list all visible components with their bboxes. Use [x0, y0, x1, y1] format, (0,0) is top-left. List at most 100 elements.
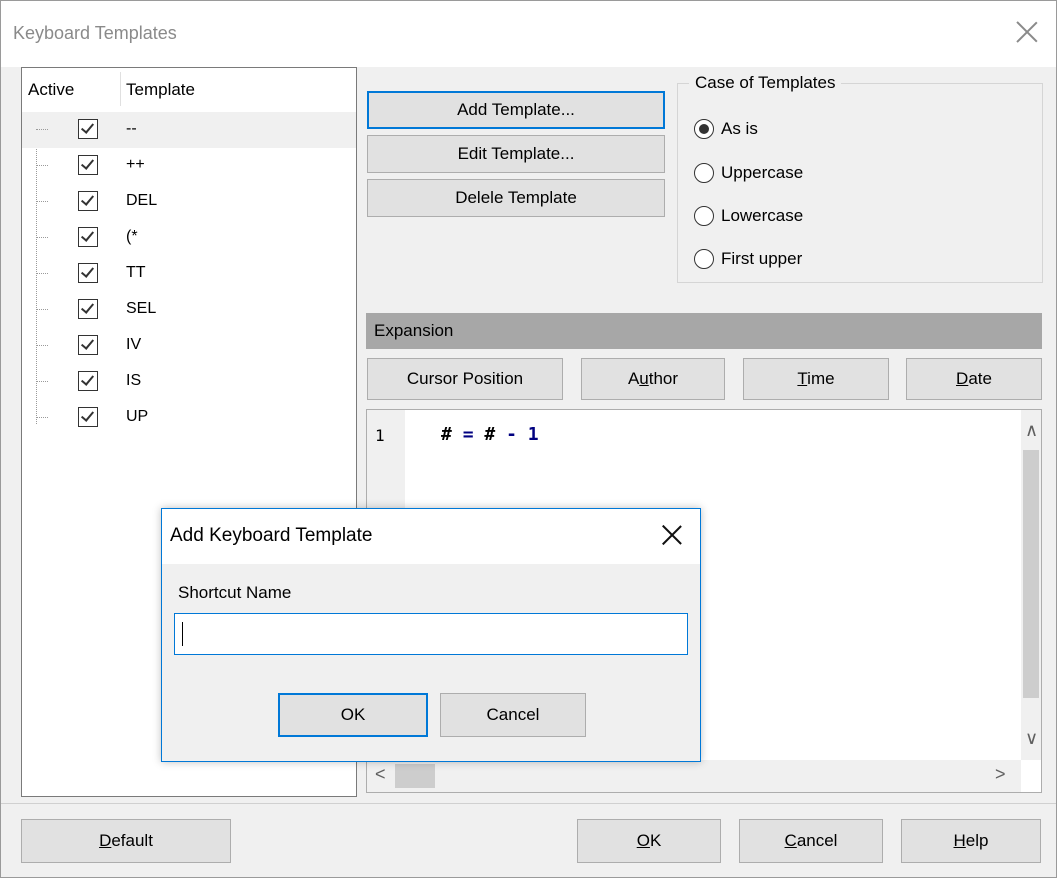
code-token: # [484, 424, 496, 445]
vertical-scroll-thumb[interactable] [1023, 450, 1039, 698]
time-text: ime [807, 369, 835, 388]
case-of-templates-title: Case of Templates [689, 73, 842, 93]
close-icon[interactable] [1012, 17, 1042, 47]
title-bar: Keyboard Templates [1, 1, 1056, 67]
scroll-up-icon[interactable]: ∧ [1025, 420, 1038, 441]
default-button[interactable]: Default [21, 819, 231, 863]
template-label: (* [126, 228, 138, 245]
default-text: efault [111, 831, 153, 850]
expansion-title: Expansion [374, 321, 454, 340]
tree-connector [36, 165, 48, 166]
ok-text: K [649, 831, 662, 850]
cancel-accelerator: C [784, 831, 797, 850]
dialog-title-bar: Add Keyboard Template [162, 509, 700, 564]
help-accelerator: H [953, 831, 966, 850]
tree-row[interactable]: IS [22, 364, 356, 400]
tree-row[interactable]: UP [22, 400, 356, 436]
author-accelerator: u [639, 369, 649, 388]
column-separator[interactable] [120, 72, 121, 106]
checkbox-icon[interactable] [78, 371, 98, 391]
tree-row[interactable]: -- [22, 112, 356, 148]
scroll-down-icon[interactable]: ∨ [1025, 728, 1038, 749]
checkbox-icon[interactable] [78, 227, 98, 247]
dialog-cancel-button[interactable]: Cancel [440, 693, 586, 737]
delete-template-button[interactable]: Delele Template [367, 179, 665, 217]
dialog-close-icon[interactable] [658, 521, 686, 549]
tree-connector [36, 417, 48, 418]
date-button[interactable]: Date [906, 358, 1042, 400]
checkbox-icon[interactable] [78, 263, 98, 283]
code-token: - [506, 424, 517, 445]
line-number: 1 [375, 426, 385, 445]
cancel-text: ancel [796, 831, 838, 850]
shortcut-name-label: Shortcut Name [178, 583, 292, 602]
code-line[interactable]: # = # - 1 [441, 424, 539, 445]
cursor-position-button[interactable]: Cursor Position [367, 358, 563, 400]
footer-divider [1, 803, 1056, 804]
tree-row[interactable]: ++ [22, 148, 356, 184]
keyboard-templates-window: Keyboard Templates Active Template -- ++… [0, 0, 1057, 878]
add-template-button[interactable]: Add Template... [367, 91, 665, 129]
horizontal-scrollbar[interactable]: < > [367, 760, 1021, 792]
checkbox-icon[interactable] [78, 119, 98, 139]
radio-lowercase[interactable] [694, 206, 714, 226]
template-label: SEL [126, 300, 157, 317]
scroll-right-icon[interactable]: > [995, 764, 1006, 785]
radio-label-as-is[interactable]: As is [721, 119, 758, 139]
ok-accelerator: O [636, 831, 650, 850]
template-label: UP [126, 408, 149, 425]
checkbox-icon[interactable] [78, 407, 98, 427]
checkbox-icon[interactable] [78, 299, 98, 319]
date-accelerator: D [956, 369, 969, 388]
template-label: TT [126, 264, 146, 281]
template-label: DEL [126, 192, 158, 209]
add-keyboard-template-dialog: Add Keyboard Template Shortcut Name OK C… [161, 508, 701, 762]
author-button[interactable]: Author [581, 358, 725, 400]
radio-label-uppercase[interactable]: Uppercase [721, 163, 803, 183]
checkbox-icon[interactable] [78, 155, 98, 175]
code-token: = [462, 424, 474, 445]
template-label: IS [126, 372, 142, 389]
tree-connector [36, 309, 48, 310]
radio-as-is[interactable] [694, 119, 714, 139]
time-button[interactable]: Time [743, 358, 889, 400]
radio-first-upper[interactable] [694, 249, 714, 269]
expansion-header: Expansion [366, 313, 1042, 349]
code-token: 1 [527, 424, 539, 445]
radio-label-lowercase[interactable]: Lowercase [721, 206, 803, 226]
cancel-button[interactable]: Cancel [739, 819, 883, 863]
edit-template-button[interactable]: Edit Template... [367, 135, 665, 173]
vertical-scrollbar[interactable]: ∧ ∨ [1021, 410, 1041, 760]
radio-label-first-upper[interactable]: First upper [721, 249, 802, 269]
template-label: IV [126, 336, 142, 353]
text-caret [182, 622, 183, 646]
radio-uppercase[interactable] [694, 163, 714, 183]
shortcut-name-input[interactable] [174, 613, 688, 655]
tree-row[interactable]: SEL [22, 292, 356, 328]
template-label: ++ [126, 156, 145, 173]
dialog-ok-button[interactable]: OK [278, 693, 428, 737]
date-text: ate [968, 369, 992, 388]
ok-button[interactable]: OK [577, 819, 721, 863]
checkbox-icon[interactable] [78, 191, 98, 211]
horizontal-scroll-thumb[interactable] [395, 764, 435, 788]
checkbox-icon[interactable] [78, 335, 98, 355]
time-accelerator: T [797, 369, 808, 388]
template-label: -- [126, 120, 137, 137]
tree-row[interactable]: DEL [22, 184, 356, 220]
tree-row[interactable]: IV [22, 328, 356, 364]
tree-connector [36, 201, 48, 202]
default-accelerator: D [99, 831, 112, 850]
tree-header: Active Template [22, 68, 356, 110]
author-text: A [627, 369, 640, 388]
tree-connector [36, 345, 48, 346]
column-header-template[interactable]: Template [126, 80, 195, 100]
tree-connector [36, 273, 48, 274]
help-button[interactable]: Help [901, 819, 1041, 863]
dialog-title: Add Keyboard Template [170, 525, 373, 546]
scroll-left-icon[interactable]: < [375, 764, 386, 785]
tree-row[interactable]: TT [22, 256, 356, 292]
column-header-active[interactable]: Active [28, 80, 74, 100]
tree-connector [36, 129, 48, 130]
tree-row[interactable]: (* [22, 220, 356, 256]
